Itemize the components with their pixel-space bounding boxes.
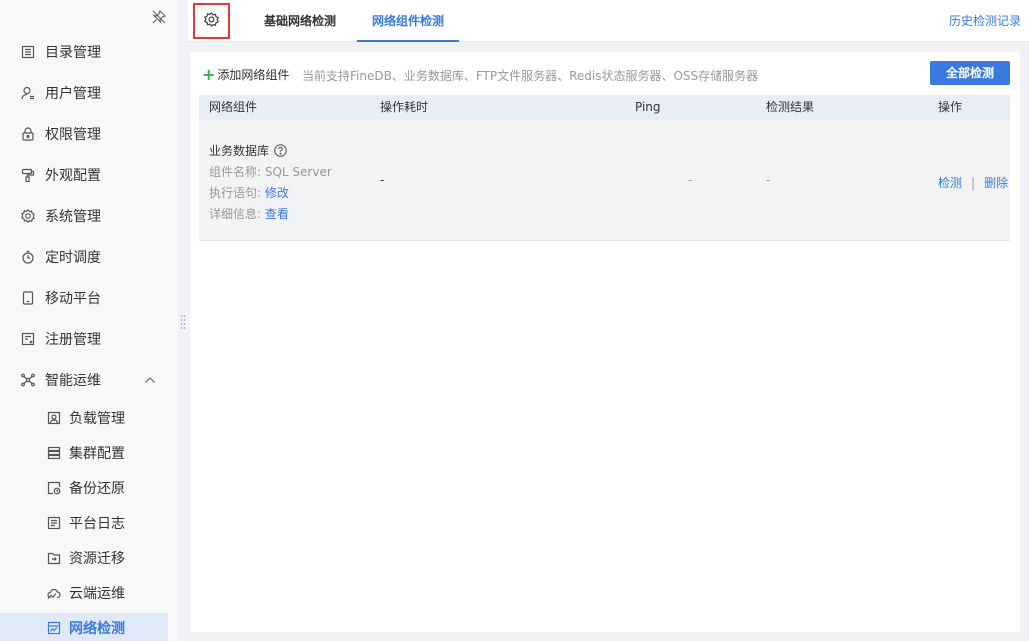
sidebar-subitem-cloud-ops[interactable]: 云端运维 — [0, 578, 168, 608]
sidebar-item-label: 目录管理 — [45, 45, 101, 61]
sidebar-subitem-cluster[interactable]: 集群配置 — [0, 438, 168, 468]
component-type-label: 业务数据库 — [209, 144, 270, 158]
action-separator: | — [971, 175, 976, 190]
column-header: 检测结果 — [766, 100, 815, 114]
register-icon — [20, 331, 36, 347]
check-all-button[interactable]: 全部检测 — [930, 61, 1010, 85]
component-name-label: 组件名称: — [209, 165, 265, 179]
add-component-button[interactable]: + 添加网络组件 — [202, 66, 289, 83]
sidebar-subitem-label: 备份还原 — [69, 481, 125, 497]
catalog-icon — [20, 44, 36, 60]
timer-icon — [20, 249, 36, 265]
sidebar-item-schedule[interactable]: 定时调度 — [0, 239, 168, 275]
chevron-up-icon[interactable] — [143, 373, 157, 387]
backup-icon — [46, 481, 61, 496]
sidebar-subitem-load[interactable]: 负载管理 — [0, 403, 168, 433]
sidebar-item-system[interactable]: 系统管理 — [0, 198, 168, 234]
sidebar-item-registration[interactable]: 注册管理 — [0, 321, 168, 357]
duration-value: - — [380, 173, 385, 187]
lock-icon — [20, 126, 36, 142]
help-icon[interactable] — [274, 144, 287, 157]
delete-link[interactable]: 删除 — [984, 174, 1008, 191]
sidebar-item-label: 注册管理 — [45, 332, 101, 348]
detail-info-label: 详细信息: — [209, 207, 265, 221]
check-link[interactable]: 检测 — [938, 174, 962, 191]
column-header: 操作耗时 — [380, 100, 429, 114]
cluster-icon — [46, 446, 61, 461]
folder-migrate-icon — [46, 551, 61, 566]
sidebar-subitem-label: 负载管理 — [69, 411, 125, 427]
component-name-value: SQL Server — [264, 165, 332, 179]
sidebar: 目录管理 用户管理 权限管理 外观配置 系统管理 定时调度 移动平台 注册管理 … — [0, 0, 178, 641]
sidebar-item-label: 移动平台 — [45, 291, 101, 307]
cloud-chart-icon — [46, 586, 61, 601]
sidebar-subitem-log[interactable]: 平台日志 — [0, 508, 168, 538]
main-panel: + 添加网络组件 当前支持FineDB、业务数据库、FTP文件服务器、Redis… — [190, 52, 1020, 632]
sidebar-item-label: 定时调度 — [45, 250, 101, 266]
sidebar-item-label: 外观配置 — [45, 168, 101, 184]
log-icon — [46, 516, 61, 531]
load-icon — [46, 411, 61, 426]
supported-hint: 当前支持FineDB、业务数据库、FTP文件服务器、Redis状态服务器、OSS… — [302, 69, 759, 83]
plus-icon: + — [202, 64, 216, 84]
view-detail-link[interactable]: 查看 — [265, 207, 289, 221]
unpin-icon[interactable] — [151, 9, 167, 25]
mobile-icon — [20, 290, 36, 306]
detail-info: 详细信息: 查看 — [209, 205, 289, 222]
column-header: 操作 — [938, 100, 963, 114]
network-nodes-icon — [20, 372, 36, 388]
network-check-icon — [46, 621, 61, 636]
ping-value: - — [688, 173, 693, 187]
gear-icon — [204, 11, 219, 31]
sidebar-item-appearance[interactable]: 外观配置 — [0, 157, 168, 193]
sidebar-subitem-label: 网络检测 — [69, 621, 125, 637]
row-actions: 检测 | 删除 — [938, 174, 1008, 191]
sidebar-item-users[interactable]: 用户管理 — [0, 75, 168, 111]
sidebar-item-label: 系统管理 — [45, 209, 101, 225]
table-header: 网络组件 操作耗时 Ping 检测结果 操作 — [199, 95, 1010, 120]
sidebar-subitem-backup[interactable]: 备份还原 — [0, 473, 168, 503]
settings-button[interactable] — [193, 3, 230, 39]
tab-component-network-check[interactable]: 网络组件检测 — [357, 0, 459, 42]
sidebar-item-permissions[interactable]: 权限管理 — [0, 116, 168, 152]
user-icon — [20, 85, 36, 101]
tab-bar: 基础网络检测 网络组件检测 历史检测记录 — [188, 0, 1029, 42]
component-name: 组件名称: SQL Server — [209, 163, 332, 180]
edit-statement-link[interactable]: 修改 — [265, 186, 289, 200]
sidebar-subitem-migrate[interactable]: 资源迁移 — [0, 543, 168, 573]
exec-statement-label: 执行语句: — [209, 186, 265, 200]
sidebar-item-label: 权限管理 — [45, 127, 101, 143]
add-component-label: 添加网络组件 — [217, 68, 290, 82]
sidebar-subitem-label: 资源迁移 — [69, 551, 125, 567]
table-row: 业务数据库 组件名称: SQL Server 执行语句: 修改 详细信息: 查看… — [199, 120, 1010, 241]
sidebar-subitem-label: 集群配置 — [69, 446, 125, 462]
result-value: - — [766, 173, 771, 187]
history-records-link[interactable]: 历史检测记录 — [949, 12, 1021, 29]
sidebar-item-label: 智能运维 — [45, 373, 101, 389]
sidebar-subitem-network-check[interactable]: 网络检测 — [0, 613, 168, 641]
paint-roller-icon — [20, 167, 36, 183]
component-type: 业务数据库 — [209, 142, 287, 159]
resize-handle-icon[interactable] — [180, 314, 186, 330]
sidebar-item-smart-ops[interactable]: 智能运维 — [0, 362, 168, 398]
sidebar-item-label: 用户管理 — [45, 86, 101, 102]
sidebar-item-catalog[interactable]: 目录管理 — [0, 34, 168, 70]
gear-icon — [20, 208, 36, 224]
sidebar-subitem-label: 云端运维 — [69, 586, 125, 602]
column-header: Ping — [635, 100, 661, 114]
sidebar-subitem-label: 平台日志 — [69, 516, 125, 532]
tab-basic-network-check[interactable]: 基础网络检测 — [250, 0, 350, 42]
column-header: 网络组件 — [209, 100, 258, 114]
exec-statement: 执行语句: 修改 — [209, 184, 289, 201]
sidebar-item-mobile[interactable]: 移动平台 — [0, 280, 168, 316]
